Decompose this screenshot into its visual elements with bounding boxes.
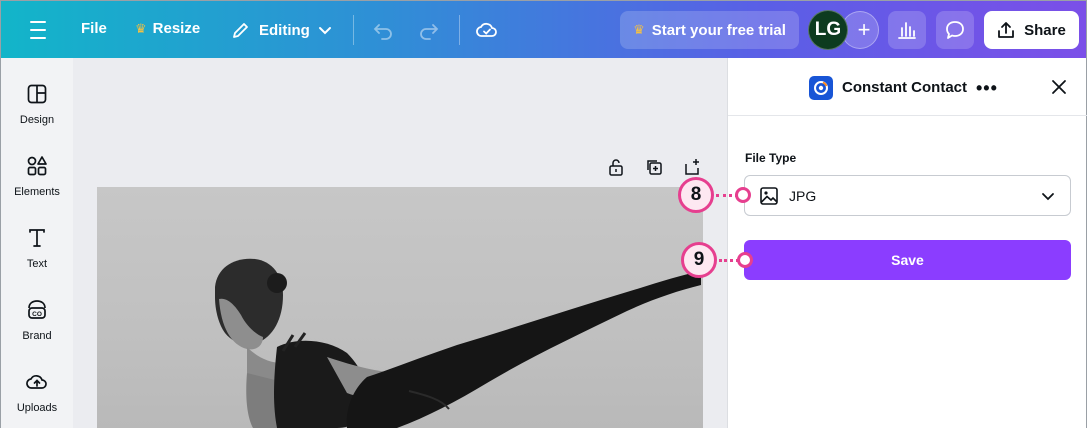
callout-step-8: 8 (678, 177, 714, 213)
file-type-label: File Type (745, 151, 797, 165)
duplicate-page-icon[interactable] (645, 158, 663, 176)
lock-icon[interactable] (607, 158, 625, 176)
design-photo[interactable] (97, 187, 703, 428)
rail-label: Design (19, 114, 55, 126)
text-icon (29, 229, 45, 247)
close-icon[interactable] (1049, 77, 1069, 97)
upload-share-icon (998, 22, 1015, 38)
rail-item-text[interactable]: Text (1, 226, 73, 270)
divider (353, 15, 354, 45)
rail-item-uploads[interactable]: Uploads (1, 370, 73, 414)
file-type-select[interactable]: JPG (744, 175, 1071, 216)
more-options-icon[interactable]: ••• (976, 78, 998, 99)
free-trial-button[interactable]: ♛ Start your free trial (620, 11, 799, 49)
constant-contact-logo-icon (809, 76, 833, 100)
rail-item-design[interactable]: Design (1, 82, 73, 126)
app-title: Constant Contact (842, 79, 967, 96)
crown-icon: ♛ (633, 22, 645, 37)
plus-icon: + (857, 17, 871, 42)
editing-label: Editing (259, 21, 310, 39)
editing-mode-dropdown[interactable]: Editing (231, 18, 332, 42)
avatar[interactable]: LG (808, 10, 848, 50)
elements-icon (27, 156, 47, 176)
share-label: Share (1024, 21, 1066, 39)
resize-label: Resize (152, 20, 201, 37)
app-panel: Constant Contact ••• File Type JPG Save (727, 58, 1087, 428)
design-icon (27, 84, 47, 104)
rail-item-elements[interactable]: Elements (1, 154, 73, 198)
canvas-area (73, 58, 727, 428)
menu-button[interactable] (23, 18, 53, 42)
trial-label: Start your free trial (651, 21, 786, 39)
share-button[interactable]: Share (984, 11, 1079, 49)
chevron-down-icon (1042, 192, 1054, 200)
comment-icon (946, 21, 964, 39)
rail-label: Text (26, 258, 48, 270)
pencil-icon (233, 23, 248, 38)
brand-icon: CO (28, 300, 46, 319)
uploads-icon (26, 375, 47, 389)
callout-connector (719, 259, 739, 262)
top-bar: File ♛ Resize Editing ♛ Start your free … (1, 1, 1086, 58)
file-menu-button[interactable]: File (81, 20, 107, 37)
save-button[interactable]: Save (744, 240, 1071, 280)
chevron-down-icon (318, 27, 331, 35)
rail-item-brand[interactable]: CO Brand (1, 298, 73, 342)
comments-button[interactable] (936, 11, 974, 49)
add-page-icon[interactable] (683, 158, 701, 176)
resize-button[interactable]: ♛ Resize (135, 20, 200, 37)
bar-chart-icon (898, 22, 916, 39)
yoga-woman-image (215, 258, 701, 428)
undo-icon[interactable] (371, 18, 395, 42)
crown-icon: ♛ (135, 20, 147, 36)
cloud-saved-icon[interactable] (475, 18, 499, 42)
image-icon (760, 186, 778, 205)
file-type-value: JPG (789, 187, 817, 204)
insights-button[interactable] (888, 11, 926, 49)
side-navigation: Design Elements Text CO Brand Uploads (1, 58, 73, 428)
rail-label: Elements (14, 186, 60, 198)
callout-target-dot (735, 187, 751, 203)
menu-icon (30, 21, 46, 23)
svg-text:CO: CO (32, 311, 42, 318)
redo-icon[interactable] (417, 18, 441, 42)
rail-label: Brand (22, 330, 52, 342)
page-toolbar (607, 158, 701, 176)
callout-step-9: 9 (681, 242, 717, 278)
callout-target-dot (737, 252, 753, 268)
panel-header: Constant Contact ••• (728, 58, 1087, 116)
rail-label: Uploads (16, 402, 58, 414)
divider (459, 15, 460, 45)
